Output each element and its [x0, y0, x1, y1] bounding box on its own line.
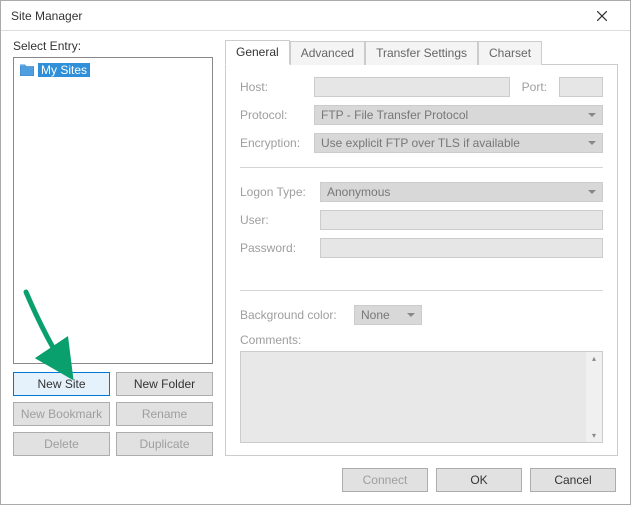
divider-2 — [240, 290, 603, 291]
tab-transfer-settings[interactable]: Transfer Settings — [365, 41, 478, 65]
logon-type-label: Logon Type: — [240, 185, 312, 199]
port-input[interactable] — [559, 77, 603, 97]
port-label: Port: — [518, 80, 551, 94]
comments-scrollbar[interactable]: ▴ ▾ — [586, 352, 602, 442]
encryption-select[interactable]: Use explicit FTP over TLS if available — [314, 133, 603, 153]
tab-advanced[interactable]: Advanced — [290, 41, 365, 65]
new-bookmark-button: New Bookmark — [13, 402, 110, 426]
tree-item-label: My Sites — [38, 63, 90, 77]
host-row: Host: Port: — [240, 77, 603, 97]
password-input[interactable] — [320, 238, 603, 258]
logon-type-row: Logon Type: Anonymous — [240, 182, 603, 202]
protocol-label: Protocol: — [240, 108, 306, 122]
host-label: Host: — [240, 80, 306, 94]
left-pane: Select Entry: My Sites New Site New Fold… — [13, 39, 213, 456]
footer-buttons: Connect OK Cancel — [1, 456, 630, 504]
comments-label: Comments: — [240, 333, 306, 347]
general-panel: Host: Port: Protocol: FTP - File Transfe… — [225, 65, 618, 456]
tree-item-my-sites[interactable]: My Sites — [16, 62, 210, 78]
user-label: User: — [240, 213, 312, 227]
bg-color-label: Background color: — [240, 308, 346, 322]
new-folder-button[interactable]: New Folder — [116, 372, 213, 396]
user-input[interactable] — [320, 210, 603, 230]
duplicate-button: Duplicate — [116, 432, 213, 456]
protocol-row: Protocol: FTP - File Transfer Protocol — [240, 105, 603, 125]
encryption-value: Use explicit FTP over TLS if available — [321, 136, 520, 150]
bg-color-value: None — [361, 308, 390, 322]
host-input[interactable] — [314, 77, 510, 97]
comments-area: Comments: ▴ ▾ — [240, 333, 603, 443]
divider-1 — [240, 167, 603, 168]
rename-button: Rename — [116, 402, 213, 426]
ok-button[interactable]: OK — [436, 468, 522, 492]
connect-button: Connect — [342, 468, 428, 492]
logon-type-select[interactable]: Anonymous — [320, 182, 603, 202]
bg-color-row: Background color: None — [240, 305, 603, 325]
site-tree[interactable]: My Sites — [13, 57, 213, 364]
titlebar: Site Manager — [1, 1, 630, 31]
comments-wrap: ▴ ▾ — [240, 351, 603, 443]
user-row: User: — [240, 210, 603, 230]
new-site-button[interactable]: New Site — [13, 372, 110, 396]
bg-color-select[interactable]: None — [354, 305, 422, 325]
scroll-down-icon: ▾ — [592, 431, 596, 440]
protocol-select[interactable]: FTP - File Transfer Protocol — [314, 105, 603, 125]
folder-icon — [20, 64, 34, 76]
right-pane: General Advanced Transfer Settings Chars… — [225, 39, 618, 456]
scroll-up-icon: ▴ — [592, 354, 596, 363]
select-entry-label: Select Entry: — [13, 39, 213, 53]
tab-strip: General Advanced Transfer Settings Chars… — [225, 39, 618, 65]
cancel-button[interactable]: Cancel — [530, 468, 616, 492]
tab-general[interactable]: General — [225, 40, 290, 65]
close-icon — [597, 11, 607, 21]
site-manager-window: Site Manager Select Entry: My S — [0, 0, 631, 505]
password-row: Password: — [240, 238, 603, 258]
encryption-row: Encryption: Use explicit FTP over TLS if… — [240, 133, 603, 153]
comments-input[interactable] — [241, 352, 586, 442]
protocol-value: FTP - File Transfer Protocol — [321, 108, 468, 122]
encryption-label: Encryption: — [240, 136, 306, 150]
close-button[interactable] — [582, 2, 622, 30]
content-area: Select Entry: My Sites New Site New Fold… — [1, 31, 630, 456]
logon-type-value: Anonymous — [327, 185, 390, 199]
site-buttons: New Site New Folder New Bookmark Rename … — [13, 372, 213, 456]
tab-charset[interactable]: Charset — [478, 41, 542, 65]
window-title: Site Manager — [11, 9, 82, 23]
delete-button: Delete — [13, 432, 110, 456]
password-label: Password: — [240, 241, 312, 255]
